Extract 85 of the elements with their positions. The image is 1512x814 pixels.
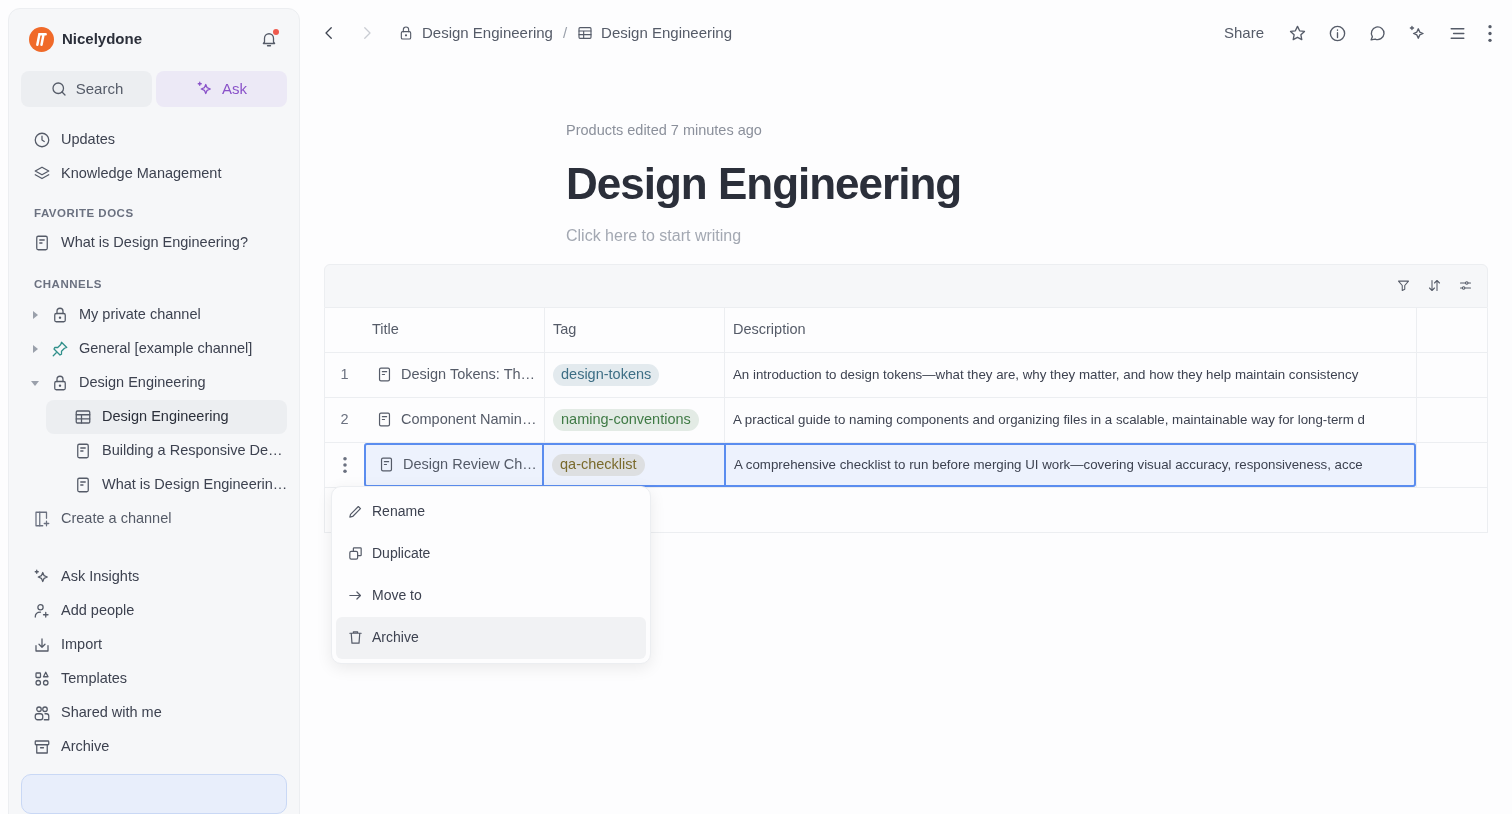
- pin-icon: [51, 339, 69, 358]
- ask-button[interactable]: Ask: [156, 71, 287, 107]
- channel-item[interactable]: Design Engineering: [21, 365, 287, 400]
- description-cell-text: A comprehensive checklist to run before merging UI work—covering visual accuracy, responsiveness, acce: [734, 455, 1363, 474]
- document-icon: [376, 366, 393, 384]
- title-cell[interactable]: Design Review Ch…: [364, 442, 544, 487]
- channel-page-item[interactable]: What is Design Engineerin…: [46, 467, 287, 502]
- sidebar-item[interactable]: Ask Insights: [21, 559, 287, 594]
- breadcrumb-separator: /: [562, 22, 568, 43]
- channel-item[interactable]: General [example channel]: [21, 331, 287, 366]
- trash-icon: [347, 629, 364, 647]
- filter-button[interactable]: [1396, 278, 1411, 294]
- sidebar-item[interactable]: Shared with me: [21, 695, 287, 730]
- sidebar-item[interactable]: Import: [21, 627, 287, 662]
- people-icon: [33, 703, 51, 722]
- table-icon: [74, 407, 92, 426]
- star-icon: [1288, 23, 1307, 43]
- column-header[interactable]: Description: [724, 307, 1416, 352]
- comments-button[interactable]: [1368, 23, 1387, 43]
- duplicate-icon: [347, 545, 364, 563]
- chat-icon: [1368, 23, 1387, 43]
- more-button[interactable]: [1488, 24, 1492, 42]
- tag-pill: design-tokens: [553, 363, 660, 386]
- filter-icon: [1396, 278, 1411, 294]
- tag-pill: naming-conventions: [553, 408, 699, 431]
- info-icon: [1328, 23, 1347, 43]
- logo-icon: [29, 26, 54, 52]
- sidebar-item[interactable]: Knowledge Management: [21, 157, 287, 191]
- workspace-name[interactable]: Nicelydone: [62, 27, 143, 51]
- tag-pill: qa-checklist: [552, 453, 645, 476]
- star-button[interactable]: [1288, 23, 1307, 43]
- document-icon: [33, 234, 51, 253]
- description-cell-text: A practical guide to naming components and organizing files in a scalable, maintainable way for long-term d: [733, 410, 1365, 429]
- clock-icon: [33, 131, 51, 149]
- section-heading: FAVORITE DOCS: [33, 206, 135, 221]
- pencil-icon: [347, 503, 364, 521]
- info-button[interactable]: [1328, 23, 1347, 43]
- title-cell[interactable]: Design Tokens: Th…: [364, 352, 544, 397]
- more-icon: [342, 456, 347, 473]
- sidebar-item[interactable]: Templates: [21, 661, 287, 696]
- title-cell[interactable]: Component Namin…: [364, 397, 544, 442]
- bell-icon: [260, 30, 278, 48]
- section-heading: CHANNELS: [33, 277, 103, 293]
- breadcrumb-link[interactable]: Design Engineering: [577, 21, 732, 45]
- column-header[interactable]: Tag: [544, 307, 724, 352]
- menu-item[interactable]: Move to: [336, 574, 646, 617]
- sort-button[interactable]: [1427, 278, 1442, 294]
- row-number: 1: [340, 364, 349, 384]
- lock-icon: [398, 25, 414, 41]
- edit-info: Products edited 7 minutes ago: [566, 121, 763, 140]
- sidebar-item[interactable]: Add people: [21, 593, 287, 628]
- row-number: 2: [340, 409, 349, 429]
- templates-icon: [33, 669, 51, 688]
- menu-item[interactable]: Archive: [336, 616, 646, 659]
- row-menu-button[interactable]: [342, 456, 347, 473]
- column-header[interactable]: Title: [364, 307, 544, 352]
- sidebar-item[interactable]: What is Design Engineering?: [21, 226, 287, 261]
- title-text: Component Namin…: [401, 409, 537, 429]
- document-icon: [74, 441, 92, 460]
- description-cell-text: An introduction to design tokens—what they are, why they matter, and how they help maintain consistency: [733, 365, 1359, 384]
- channel-page-item[interactable]: Design Engineering: [46, 399, 287, 434]
- page-title[interactable]: Design Engineering: [566, 155, 1512, 212]
- title-text: Design Tokens: Th…: [401, 364, 536, 384]
- channel-page-item[interactable]: Building a Responsive De…: [46, 433, 287, 468]
- search-button[interactable]: Search: [21, 71, 152, 107]
- channel-item[interactable]: My private channel: [21, 297, 287, 332]
- table-icon: [577, 25, 594, 41]
- lock-icon: [51, 305, 69, 324]
- document-icon: [378, 456, 395, 474]
- search-icon: [49, 80, 68, 98]
- sidebar-item[interactable]: Create a channel: [21, 501, 287, 536]
- lock-icon: [51, 373, 69, 392]
- sidebar-item[interactable]: Archive: [21, 729, 287, 764]
- share-button[interactable]: Share: [1223, 21, 1264, 45]
- more-icon: [1488, 24, 1492, 42]
- add-channel-icon: [33, 509, 51, 528]
- sidebar-item[interactable]: Updates: [21, 123, 287, 157]
- add-person-icon: [33, 601, 51, 620]
- archive-icon: [33, 737, 51, 756]
- breadcrumb-link[interactable]: Design Engineering: [398, 21, 553, 45]
- menu-item[interactable]: Duplicate: [336, 532, 646, 575]
- document-icon: [74, 475, 92, 494]
- document-icon: [376, 411, 393, 429]
- title-text: Design Review Ch…: [403, 454, 537, 474]
- sort-icon: [1427, 278, 1442, 294]
